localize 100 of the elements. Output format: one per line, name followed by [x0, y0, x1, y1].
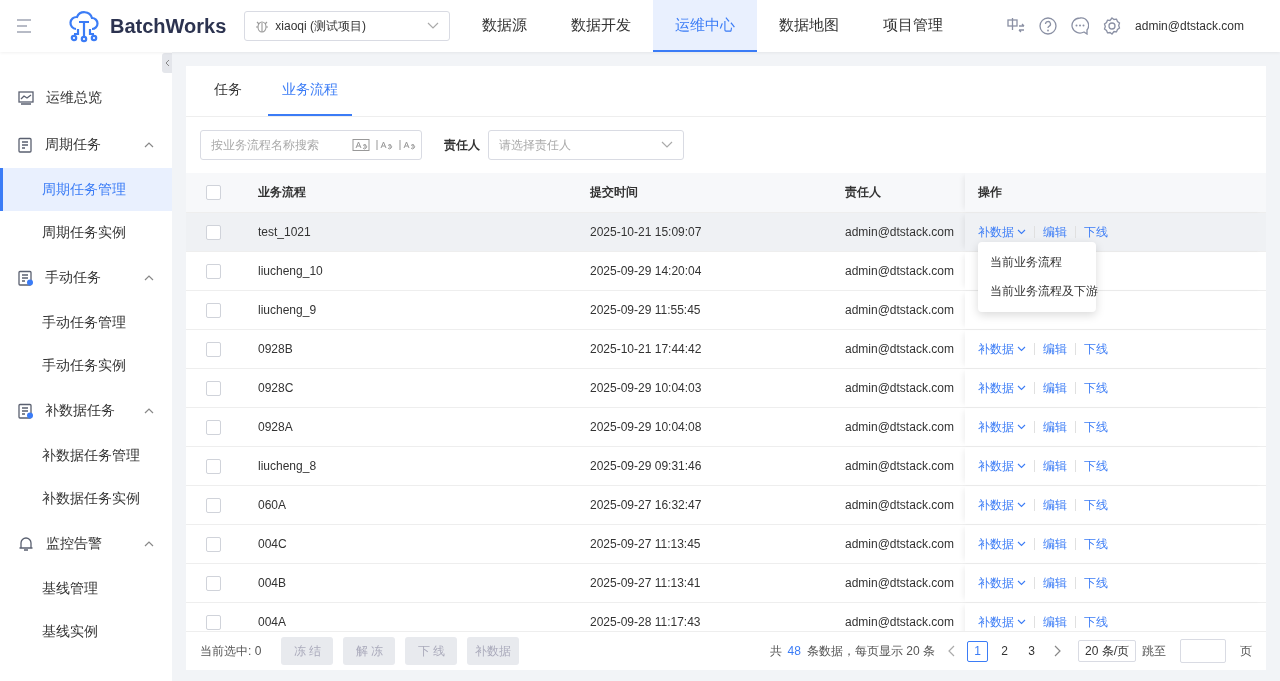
- sidebar-subitem[interactable]: 补数据任务实例: [0, 477, 172, 520]
- collapse-handle[interactable]: [162, 53, 172, 73]
- fill-data-dropdown[interactable]: 补数据: [978, 496, 1026, 514]
- action-link[interactable]: 编辑: [1043, 496, 1067, 514]
- action-link[interactable]: 下线: [1084, 613, 1108, 631]
- bug-icon: [255, 19, 270, 33]
- table-cell: 0928A: [258, 420, 293, 434]
- fill-data-dropdown[interactable]: 补数据: [978, 574, 1026, 592]
- action-link[interactable]: 下线: [1084, 535, 1108, 553]
- row-checkbox[interactable]: [205, 575, 221, 591]
- user-email[interactable]: admin@dtstack.com: [1135, 19, 1244, 33]
- sidebar-subitem[interactable]: 周期任务实例: [0, 211, 172, 254]
- page-jump-field[interactable]: [1180, 639, 1226, 663]
- row-checkbox[interactable]: [205, 224, 221, 240]
- nav-tab[interactable]: 数据地图: [757, 0, 862, 52]
- chat-icon[interactable]: [1071, 17, 1090, 35]
- page-button[interactable]: 2: [994, 640, 1015, 662]
- chevron-down-icon: [1017, 229, 1026, 235]
- action-link[interactable]: 编辑: [1043, 574, 1067, 592]
- page-button[interactable]: 3: [1021, 640, 1042, 662]
- action-link[interactable]: 下线: [1084, 223, 1108, 241]
- tab[interactable]: 业务流程: [268, 66, 352, 116]
- document-icon: [18, 136, 33, 153]
- jump-label: 跳至: [1142, 642, 1166, 660]
- row-checkbox[interactable]: [205, 614, 221, 630]
- table-row[interactable]: 0928C 2025-09-29 10:04:03 admin@dtstack.com 补数据 编辑 下线: [186, 369, 1266, 408]
- table-row[interactable]: 0928B 2025-10-21 17:44:42 admin@dtstack.com 补数据 编辑 下线: [186, 330, 1266, 369]
- project-select[interactable]: xiaoqi (测试项目): [244, 11, 451, 41]
- table-row[interactable]: liucheng_8 2025-09-29 09:31:46 admin@dtstack.com 补数据 编辑 下线: [186, 447, 1266, 486]
- translate-icon[interactable]: [1007, 17, 1026, 35]
- nav-tab[interactable]: 数据开发: [549, 0, 654, 52]
- fill-data-dropdown[interactable]: 补数据: [978, 340, 1026, 358]
- sidebar-item[interactable]: 监控告警: [0, 520, 172, 567]
- action-link[interactable]: 编辑: [1043, 418, 1067, 436]
- sidebar-subitem[interactable]: 基线实例: [0, 610, 172, 653]
- sidebar-subitem[interactable]: 手动任务管理: [0, 301, 172, 344]
- tab[interactable]: 任务: [200, 66, 256, 116]
- action-link[interactable]: 下线: [1084, 418, 1108, 436]
- fill-data-dropdown[interactable]: 补数据: [978, 535, 1026, 553]
- sidebar-item[interactable]: 补数据任务: [0, 387, 172, 434]
- row-checkbox[interactable]: [205, 419, 221, 435]
- monitor-icon: [18, 90, 34, 105]
- sidebar-subitem[interactable]: 基线管理: [0, 567, 172, 610]
- sidebar-item[interactable]: 手动任务: [0, 254, 172, 301]
- next-page-icon[interactable]: [1054, 645, 1062, 657]
- nav-tab[interactable]: 运维中心: [653, 0, 758, 52]
- sidebar-item[interactable]: 运维总览: [0, 74, 172, 121]
- table-cell: admin@dtstack.com: [845, 303, 954, 317]
- row-checkbox[interactable]: [205, 458, 221, 474]
- nav-tab[interactable]: 数据源: [460, 0, 550, 52]
- row-checkbox[interactable]: [205, 302, 221, 318]
- table-row[interactable]: 0928A 2025-09-29 10:04:08 admin@dtstack.com 补数据 编辑 下线: [186, 408, 1266, 447]
- row-checkbox[interactable]: [205, 263, 221, 279]
- page-size-select[interactable]: 20 条/页: [1078, 640, 1136, 662]
- chevron-down-icon: [1017, 346, 1026, 352]
- sidebar-subitem[interactable]: 周期任务管理: [0, 168, 172, 211]
- row-checkbox[interactable]: [205, 536, 221, 552]
- action-link[interactable]: 编辑: [1043, 535, 1067, 553]
- table-row[interactable]: 060A 2025-09-27 16:32:47 admin@dtstack.com 补数据 编辑 下线: [186, 486, 1266, 525]
- table-cell: 2025-09-27 11:13:45: [590, 537, 701, 551]
- page-button[interactable]: 1: [967, 640, 988, 662]
- action-link[interactable]: 编辑: [1043, 457, 1067, 475]
- owner-select[interactable]: 请选择责任人: [488, 130, 684, 160]
- action-link[interactable]: 下线: [1084, 574, 1108, 592]
- document-icon: [18, 402, 33, 419]
- table-row[interactable]: test_1021 2025-10-21 15:09:07 admin@dtstack.com 补数据 编辑 下线: [186, 213, 1266, 252]
- nav-tab[interactable]: 项目管理: [861, 0, 966, 52]
- fill-data-dropdown[interactable]: 补数据: [978, 223, 1026, 241]
- fill-data-dropdown[interactable]: 补数据: [978, 379, 1026, 397]
- action-link[interactable]: 下线: [1084, 340, 1108, 358]
- action-link[interactable]: 编辑: [1043, 340, 1067, 358]
- action-link[interactable]: 编辑: [1043, 223, 1067, 241]
- fill-data-dropdown[interactable]: 补数据: [978, 457, 1026, 475]
- select-all-checkbox[interactable]: [205, 185, 221, 200]
- fill-data-dropdown[interactable]: 补数据: [978, 418, 1026, 436]
- bell-icon: [18, 535, 34, 552]
- help-icon[interactable]: [1039, 17, 1058, 35]
- table-cell: admin@dtstack.com: [845, 459, 954, 473]
- row-checkbox[interactable]: [205, 497, 221, 513]
- row-checkbox[interactable]: [205, 341, 221, 357]
- table-row[interactable]: 004B 2025-09-27 11:13:41 admin@dtstack.com 补数据 编辑 下线: [186, 564, 1266, 603]
- fill-data-dropdown[interactable]: 补数据: [978, 613, 1026, 631]
- table-cell: admin@dtstack.com: [845, 264, 954, 278]
- action-link[interactable]: 编辑: [1043, 613, 1067, 631]
- table-cell: liucheng_8: [258, 459, 317, 473]
- action-link[interactable]: 下线: [1084, 496, 1108, 514]
- action-link[interactable]: 下线: [1084, 379, 1108, 397]
- match-options-icon[interactable]: [352, 138, 416, 152]
- sidebar-item[interactable]: 周期任务: [0, 121, 172, 168]
- menu-icon[interactable]: [16, 19, 32, 33]
- previous-page-icon[interactable]: [947, 645, 955, 657]
- sidebar-subitem[interactable]: 补数据任务管理: [0, 434, 172, 477]
- chevron-down-icon: [1017, 385, 1026, 391]
- settings-icon[interactable]: [1103, 17, 1122, 35]
- table-row[interactable]: 004C 2025-09-27 11:13:45 admin@dtstack.com 补数据 编辑 下线: [186, 525, 1266, 564]
- sidebar-subitem[interactable]: 手动任务实例: [0, 344, 172, 387]
- row-checkbox[interactable]: [205, 380, 221, 396]
- action-link[interactable]: 编辑: [1043, 379, 1067, 397]
- search-field[interactable]: 按业务流程名称搜索: [200, 130, 422, 160]
- action-link[interactable]: 下线: [1084, 457, 1108, 475]
